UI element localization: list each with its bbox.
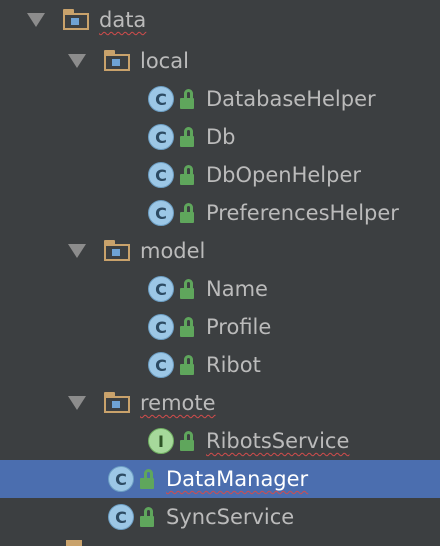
open-lock-icon — [179, 88, 197, 110]
open-lock-icon — [179, 278, 197, 300]
tree-node-label: DataManager — [166, 467, 309, 491]
tree-node-local[interactable]: local — [0, 42, 440, 80]
open-lock-icon — [179, 202, 197, 224]
expanded-arrow-icon[interactable] — [68, 54, 86, 68]
tree-node-ribot[interactable]: C Ribot — [0, 346, 440, 384]
expanded-arrow-icon[interactable] — [27, 13, 45, 27]
tree-node-label: remote — [140, 391, 216, 415]
class-icon: C — [108, 466, 134, 492]
class-icon: C — [148, 162, 174, 188]
expanded-arrow-icon[interactable] — [68, 244, 86, 258]
tree-node-syncservice[interactable]: C SyncService — [0, 498, 440, 536]
tree-node-data[interactable]: data — [0, 1, 440, 39]
tree-node-dbopenhelper[interactable]: C DbOpenHelper — [0, 156, 440, 194]
open-lock-icon — [179, 354, 197, 376]
tree-node-label: DatabaseHelper — [206, 87, 376, 111]
open-lock-icon — [179, 164, 197, 186]
tree-node-label: RibotsService — [206, 429, 350, 453]
tree-node-label: data — [99, 8, 147, 32]
tree-node-label: Name — [206, 277, 268, 301]
class-icon: C — [148, 200, 174, 226]
package-folder-icon — [66, 540, 82, 546]
open-lock-icon — [179, 126, 197, 148]
tree-node-db[interactable]: C Db — [0, 118, 440, 156]
tree-node-remote[interactable]: remote — [0, 384, 440, 422]
tree-node-label: Profile — [206, 315, 272, 339]
class-icon: C — [148, 276, 174, 302]
tree-node-ribotsservice[interactable]: I RibotsService — [0, 422, 440, 460]
tree-node-name[interactable]: C Name — [0, 270, 440, 308]
tree-node-label: DbOpenHelper — [206, 163, 362, 187]
package-folder-icon — [104, 392, 132, 414]
tree-node-label: SyncService — [166, 505, 295, 529]
interface-icon: I — [148, 428, 174, 454]
tree-node-label: model — [140, 239, 206, 263]
tree-node-label: PreferencesHelper — [206, 201, 399, 225]
open-lock-icon — [179, 316, 197, 338]
open-lock-icon — [139, 468, 157, 490]
class-icon: C — [148, 86, 174, 112]
package-folder-icon — [104, 50, 132, 72]
tree-node-profile[interactable]: C Profile — [0, 308, 440, 346]
open-lock-icon — [139, 506, 157, 528]
class-icon: C — [108, 504, 134, 530]
open-lock-icon — [179, 430, 197, 452]
tree-node-preferenceshelper[interactable]: C PreferencesHelper — [0, 194, 440, 232]
class-icon: C — [148, 352, 174, 378]
tree-node-model[interactable]: model — [0, 232, 440, 270]
package-folder-icon — [104, 240, 132, 262]
class-icon: C — [148, 314, 174, 340]
tree-node-label: local — [140, 49, 189, 73]
tree-node-label: Db — [206, 125, 236, 149]
tree-node-datamanager[interactable]: C DataManager — [0, 460, 440, 498]
class-icon: C — [148, 124, 174, 150]
tree-node-databasehelper[interactable]: C DatabaseHelper — [0, 80, 440, 118]
tree-node-label: Ribot — [206, 353, 261, 377]
package-folder-icon — [63, 9, 91, 31]
expanded-arrow-icon[interactable] — [68, 396, 86, 410]
